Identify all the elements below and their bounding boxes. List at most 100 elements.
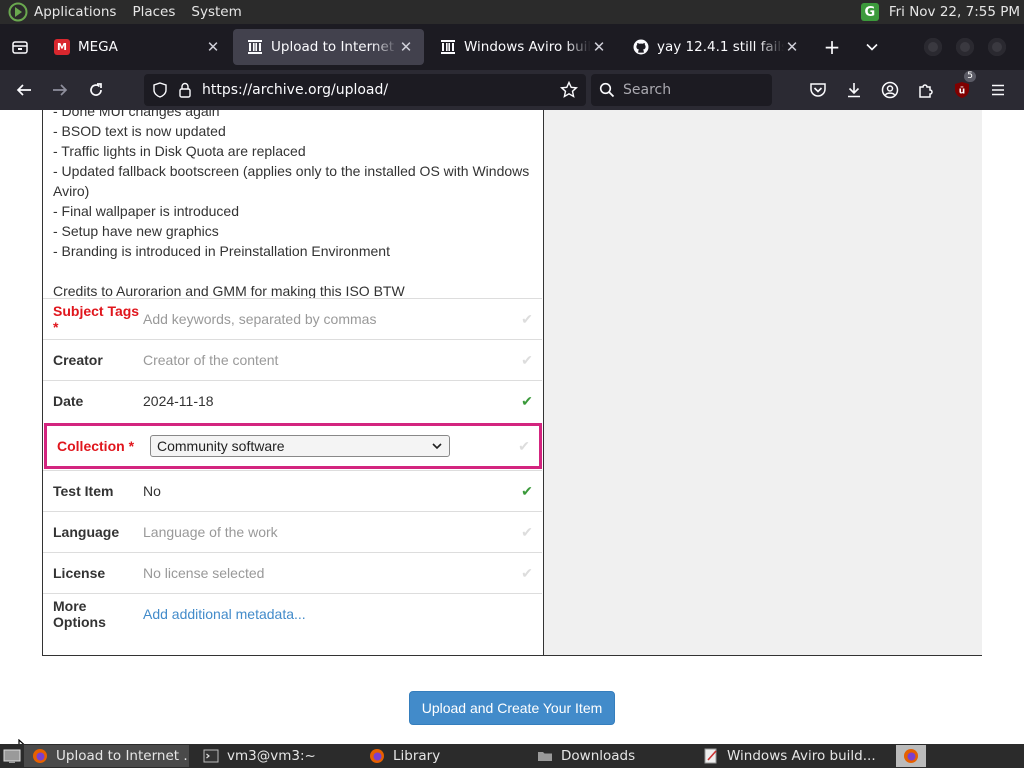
test-item-value[interactable]: No (143, 483, 512, 499)
new-tab-button[interactable]: + (812, 29, 852, 65)
url-bar[interactable]: https://archive.org/upload/ (144, 74, 586, 106)
license-row[interactable]: License No license selected ✔ (43, 552, 542, 593)
collection-selected-value: Community software (157, 438, 285, 454)
account-button[interactable] (872, 74, 908, 106)
add-metadata-link[interactable]: Add additional metadata... (143, 606, 542, 622)
creator-row[interactable]: Creator Creator of the content ✔ (43, 339, 542, 380)
svg-text:ū: ū (959, 87, 965, 97)
app-menu-button[interactable] (980, 74, 1016, 106)
terminal-icon (203, 748, 219, 764)
license-input[interactable]: No license selected (143, 565, 512, 581)
list-all-tabs-button[interactable] (852, 29, 892, 65)
forward-button[interactable] (42, 74, 78, 106)
upload-form: - Done MUI changes again - BSOD text is … (42, 110, 982, 656)
close-icon[interactable]: ✕ (398, 38, 414, 56)
tab-upload-to-internet-archive[interactable]: Upload to Internet Archive ✕ (233, 29, 424, 65)
clock[interactable]: Fri Nov 22, 7:55 PM (889, 4, 1020, 20)
language-input[interactable]: Language of the work (143, 524, 512, 540)
check-icon: ✔ (521, 392, 533, 409)
download-icon (848, 83, 860, 98)
close-icon[interactable]: ✕ (205, 38, 221, 56)
places-menu[interactable]: Places (132, 4, 175, 20)
github-icon (633, 39, 649, 55)
date-input[interactable]: 2024-11-18 (143, 393, 512, 409)
description-line: - Traffic lights in Disk Quota are repla… (53, 143, 306, 159)
search-bar[interactable]: Search (591, 74, 772, 106)
search-placeholder: Search (623, 82, 672, 98)
tab-title: Upload to Internet Archive (271, 39, 398, 55)
language-row[interactable]: Language Language of the work ✔ (43, 511, 542, 552)
plus-icon: + (823, 35, 841, 59)
creator-label: Creator (53, 352, 103, 368)
check-icon: ✔ (521, 310, 533, 327)
archive-icon (248, 40, 262, 54)
creator-input[interactable]: Creator of the content (143, 352, 512, 368)
close-icon[interactable]: ✕ (591, 38, 607, 56)
tab-yay-github-issue[interactable]: yay 12.4.1 still fails with ✕ (619, 29, 810, 65)
firefox-icon (369, 748, 385, 764)
task-windows-aviro-build[interactable]: Windows Aviro build... (695, 745, 875, 767)
distro-logo-icon[interactable] (8, 2, 28, 22)
collection-row[interactable]: Collection * Community software ✔ (44, 423, 542, 469)
preview-pane (543, 110, 982, 655)
back-button[interactable] (6, 74, 42, 106)
check-icon: ✔ (518, 437, 530, 454)
extensions-button[interactable] (908, 74, 944, 106)
description-text[interactable]: - Done MUI changes again - BSOD text is … (53, 110, 535, 301)
tab-windows-aviro-build[interactable]: Windows Aviro build ✕ (426, 29, 617, 65)
tab-title: Windows Aviro build (464, 39, 591, 55)
applications-menu[interactable]: Applications (34, 4, 116, 20)
chevron-down-icon (866, 43, 878, 51)
puzzle-piece-icon (919, 84, 933, 98)
ublock-origin-button[interactable]: ū 5 (944, 71, 980, 106)
downloads-button[interactable] (836, 74, 872, 106)
tab-title: MEGA (78, 39, 118, 55)
pocket-button[interactable] (800, 74, 836, 106)
description-line: - Done MUI changes again (53, 110, 220, 119)
collection-select[interactable]: Community software (150, 435, 450, 457)
collection-label: Collection * (57, 438, 135, 454)
task-downloads[interactable]: Downloads (529, 745, 689, 767)
minimize-button[interactable] (924, 38, 942, 56)
check-icon: ✔ (521, 351, 533, 368)
firefox-icon (904, 749, 918, 763)
lock-icon[interactable] (178, 82, 192, 98)
more-options-label: More Options (53, 598, 106, 630)
bookmark-star-icon[interactable] (560, 81, 578, 99)
firefox-view-button[interactable] (0, 24, 40, 70)
reload-button[interactable] (78, 74, 114, 106)
shield-icon[interactable] (152, 82, 168, 98)
task-terminal[interactable]: vm3@vm3:~ (195, 745, 355, 767)
task-label: vm3@vm3:~ (227, 748, 316, 764)
language-label: Language (53, 524, 120, 540)
tab-strip: M MEGA ✕ Upload to Internet Archive ✕ Wi… (0, 24, 1024, 70)
firefox-icon (32, 748, 48, 764)
mega-icon: M (54, 39, 70, 55)
back-arrow-icon (16, 84, 31, 96)
maximize-button[interactable] (956, 38, 974, 56)
license-label: License (53, 565, 106, 581)
firefox-view-icon (12, 41, 28, 54)
task-library[interactable]: Library (361, 745, 523, 767)
metadata-pane: - Done MUI changes again - BSOD text is … (43, 110, 543, 655)
date-row[interactable]: Date 2024-11-18 ✔ (43, 380, 542, 421)
folder-icon (537, 748, 553, 764)
subject-tags-row[interactable]: Subject Tags * Add keywords, separated b… (43, 298, 542, 339)
test-item-row[interactable]: Test Item No ✔ (43, 470, 542, 511)
check-icon: ✔ (521, 564, 533, 581)
url-text[interactable]: https://archive.org/upload/ (202, 82, 560, 98)
close-icon[interactable]: ✕ (784, 38, 800, 56)
task-upload-to-internet-archive[interactable]: Upload to Internet ... (24, 745, 189, 767)
upload-and-create-button[interactable]: Upload and Create Your Item (409, 691, 615, 725)
subject-tags-label: Subject Tags * (53, 303, 140, 335)
task-label: Downloads (561, 748, 636, 764)
show-desktop-button[interactable] (0, 744, 24, 768)
g-indicator-icon[interactable]: G (860, 3, 879, 21)
description-line: - Branding is introduced in Preinstallat… (53, 243, 390, 259)
tab-mega[interactable]: M MEGA ✕ (40, 29, 231, 65)
desktop-icon (3, 749, 21, 763)
workspace-switcher[interactable] (896, 745, 926, 767)
close-window-button[interactable] (988, 38, 1006, 56)
subject-tags-input[interactable]: Add keywords, separated by commas (143, 311, 512, 327)
system-menu[interactable]: System (191, 4, 241, 20)
